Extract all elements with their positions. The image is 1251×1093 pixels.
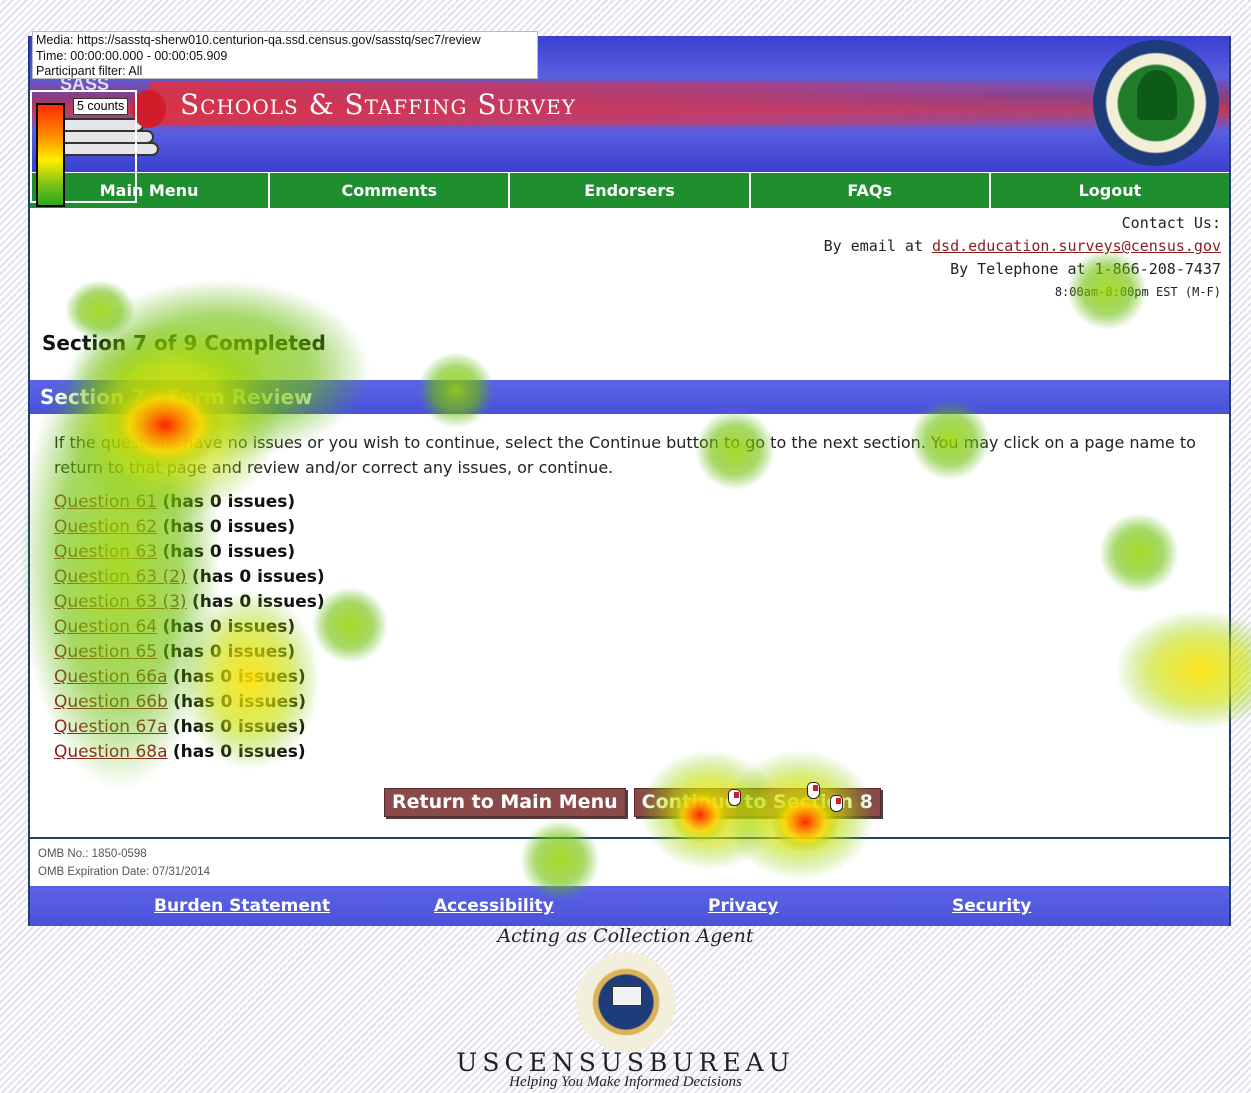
- question-issues: (has 0 issues): [162, 542, 296, 562]
- question-link[interactable]: Question 62: [54, 517, 157, 537]
- question-link[interactable]: Question 67a: [54, 717, 168, 737]
- question-row: Question 62 (has 0 issues): [54, 515, 325, 540]
- overlay-filter: Participant filter: All: [36, 64, 143, 78]
- question-row: Question 61 (has 0 issues): [54, 490, 325, 515]
- footer-links-bar: Burden Statement Accessibility Privacy S…: [30, 886, 1229, 926]
- question-link[interactable]: Question 66a: [54, 667, 168, 687]
- question-row: Question 68a (has 0 issues): [54, 740, 325, 765]
- contact-info: Contact Us: By email at dsd.education.su…: [824, 212, 1221, 304]
- question-row: Question 66a (has 0 issues): [54, 665, 325, 690]
- section-completed-text: Section 7 of 9 Completed: [42, 331, 326, 355]
- omb-info: OMB No.: 1850-0598 OMB Expiration Date: …: [30, 837, 1229, 887]
- question-link[interactable]: Question 61: [54, 492, 157, 512]
- question-row: Question 63 (has 0 issues): [54, 540, 325, 565]
- question-link[interactable]: Question 66b: [54, 692, 168, 712]
- privacy-link[interactable]: Privacy: [708, 896, 778, 916]
- contact-email-line: By email at dsd.education.surveys@census…: [824, 235, 1221, 258]
- click-marker-icon: [830, 795, 843, 812]
- census-bureau-name: USCENSUSBUREAU: [456, 1048, 795, 1077]
- contact-email-link[interactable]: dsd.education.surveys@census.gov: [932, 237, 1221, 255]
- question-link[interactable]: Question 63: [54, 542, 157, 562]
- burden-statement-link[interactable]: Burden Statement: [154, 896, 330, 916]
- question-issues: (has 0 issues): [172, 667, 306, 687]
- overlay-time: Time: 00:00:00.000 - 00:00:05.909: [36, 48, 228, 63]
- question-issues: (has 0 issues): [162, 492, 296, 512]
- contact-hours: 8:00am-8:00pm EST (M-F): [1054, 285, 1221, 299]
- question-issues: (has 0 issues): [162, 617, 296, 637]
- section-title-bar: Section 7 - Form Review: [30, 380, 1229, 414]
- nav-comments[interactable]: Comments: [270, 173, 511, 208]
- question-issues: (has 0 issues): [172, 717, 306, 737]
- contact-heading: Contact Us:: [1121, 214, 1221, 232]
- question-issues: (has 0 issues): [162, 517, 296, 537]
- question-link[interactable]: Question 63 (3): [54, 592, 187, 612]
- survey-title: Schools & Staffing Survey: [180, 88, 576, 121]
- nav-logout[interactable]: Logout: [991, 173, 1229, 208]
- question-link[interactable]: Question 68a: [54, 742, 168, 762]
- question-row: Question 63 (2) (has 0 issues): [54, 565, 325, 590]
- question-link[interactable]: Question 65: [54, 642, 157, 662]
- question-issues: (has 0 issues): [191, 592, 325, 612]
- security-link[interactable]: Security: [952, 896, 1031, 916]
- contact-phone-line: By Telephone at 1-866-208-7437: [824, 258, 1221, 281]
- omb-expiration: OMB Expiration Date: 07/31/2014: [38, 866, 210, 878]
- overlay-media: Media: https://sasstq-sherw010.centurion…: [36, 33, 481, 47]
- phone-prefix: By Telephone at: [950, 260, 1095, 278]
- nav-endorsers[interactable]: Endorsers: [510, 173, 751, 208]
- acting-as-agent-text: Acting as Collection Agent: [497, 925, 754, 947]
- heatmap-legend-scale: [36, 103, 65, 207]
- email-prefix: By email at: [823, 237, 933, 255]
- recording-info-overlay: Media: https://sasstq-sherw010.centurion…: [32, 31, 538, 79]
- department-of-education-seal-icon: [1093, 40, 1219, 166]
- survey-page: SASS Schools & Staffing Survey Main Menu…: [28, 36, 1231, 926]
- return-to-main-menu-button[interactable]: Return to Main Menu: [384, 788, 626, 817]
- question-row: Question 64 (has 0 issues): [54, 615, 325, 640]
- contact-phone: 1-866-208-7437: [1094, 260, 1221, 278]
- question-link[interactable]: Question 63 (2): [54, 567, 187, 587]
- question-issues: (has 0 issues): [172, 742, 306, 762]
- question-row: Question 66b (has 0 issues): [54, 690, 325, 715]
- question-issues: (has 0 issues): [162, 642, 296, 662]
- question-link[interactable]: Question 64: [54, 617, 157, 637]
- click-marker-icon: [807, 782, 820, 799]
- question-row: Question 63 (3) (has 0 issues): [54, 590, 325, 615]
- question-list: Question 61 (has 0 issues) Question 62 (h…: [54, 490, 325, 765]
- heatmap-legend-count: 5 counts: [73, 98, 129, 115]
- census-bureau-seal-icon: [576, 952, 676, 1052]
- question-issues: (has 0 issues): [191, 567, 325, 587]
- nav-faqs[interactable]: FAQs: [751, 173, 991, 208]
- instructions-text: If the questions have no issues or you w…: [54, 433, 1196, 477]
- census-bureau-tagline: Helping You Make Informed Decisions: [509, 1074, 742, 1090]
- question-row: Question 67a (has 0 issues): [54, 715, 325, 740]
- question-row: Question 65 (has 0 issues): [54, 640, 325, 665]
- click-marker-icon: [728, 789, 741, 806]
- main-nav: Main Menu Comments Endorsers FAQs Logout: [30, 173, 1229, 208]
- continue-button[interactable]: Continue to Section 8: [633, 788, 881, 817]
- accessibility-link[interactable]: Accessibility: [434, 896, 554, 916]
- omb-number: OMB No.: 1850-0598: [38, 848, 147, 860]
- question-issues: (has 0 issues): [173, 692, 306, 712]
